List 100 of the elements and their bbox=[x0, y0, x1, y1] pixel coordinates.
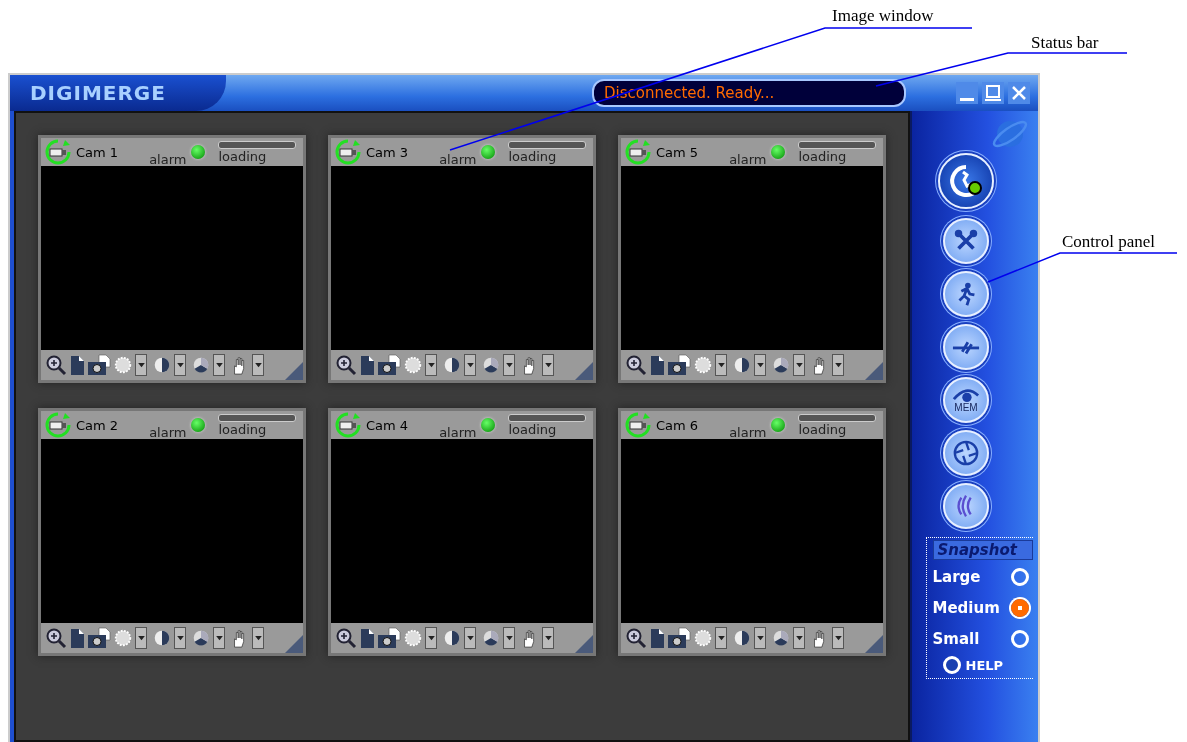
camera-name: Cam 2 bbox=[76, 417, 119, 433]
dropdown-button[interactable] bbox=[174, 354, 186, 376]
caret-icon bbox=[176, 362, 184, 368]
caret-icon bbox=[795, 362, 803, 368]
resize-grip-icon[interactable] bbox=[863, 633, 883, 653]
dropdown-button[interactable] bbox=[135, 627, 147, 649]
alarm-label: alarm bbox=[149, 153, 187, 166]
dropdown-button[interactable] bbox=[213, 627, 225, 649]
zoom-icon[interactable] bbox=[625, 354, 647, 376]
document-icon[interactable] bbox=[359, 627, 375, 649]
document-icon[interactable] bbox=[69, 627, 85, 649]
caret-icon bbox=[427, 635, 435, 641]
caret-icon bbox=[137, 635, 145, 641]
document-icon[interactable] bbox=[69, 354, 85, 376]
shutter-button[interactable] bbox=[943, 430, 989, 476]
dropdown-button[interactable] bbox=[135, 354, 147, 376]
size-radio[interactable] bbox=[1010, 599, 1029, 617]
loading-label: loading bbox=[798, 150, 848, 163]
audio-button[interactable] bbox=[943, 483, 989, 529]
snapshot-heading: Snapshot bbox=[932, 540, 1033, 560]
alarm-label: alarm bbox=[729, 426, 767, 439]
shutter-icon bbox=[952, 439, 980, 467]
caret-icon bbox=[795, 635, 803, 641]
camera-name: Cam 5 bbox=[656, 144, 699, 160]
minimize-button[interactable] bbox=[956, 82, 978, 104]
close-button[interactable] bbox=[1008, 82, 1030, 104]
maximize-button[interactable] bbox=[982, 82, 1004, 104]
dropdown-button[interactable] bbox=[213, 354, 225, 376]
caret-icon bbox=[427, 362, 435, 368]
dropdown-button[interactable] bbox=[542, 354, 554, 376]
resize-grip-icon[interactable] bbox=[573, 360, 593, 380]
camera-refresh-icon[interactable] bbox=[45, 412, 71, 438]
snapshot-icon[interactable] bbox=[87, 354, 111, 376]
help-button[interactable]: HELP bbox=[932, 656, 1033, 674]
caret-icon bbox=[505, 635, 513, 641]
camera-name: Cam 4 bbox=[366, 417, 409, 433]
dropdown-button[interactable] bbox=[252, 354, 264, 376]
size-label: Large bbox=[932, 568, 981, 586]
settings-button[interactable] bbox=[943, 218, 989, 264]
dropdown-button[interactable] bbox=[503, 354, 515, 376]
logo: DIGIMERGE bbox=[10, 75, 226, 111]
document-icon[interactable] bbox=[649, 627, 665, 649]
camera-refresh-icon[interactable] bbox=[625, 412, 651, 438]
alarm-label: alarm bbox=[149, 426, 187, 439]
caret-icon bbox=[505, 362, 513, 368]
zoom-icon[interactable] bbox=[45, 354, 67, 376]
alarm-indicator bbox=[771, 418, 786, 432]
dropdown-button[interactable] bbox=[832, 354, 844, 376]
snapshot-icon[interactable] bbox=[377, 354, 401, 376]
camera-name: Cam 1 bbox=[76, 144, 119, 160]
dropdown-button[interactable] bbox=[754, 354, 766, 376]
maximize-icon bbox=[983, 83, 1003, 103]
camera-refresh-icon[interactable] bbox=[335, 139, 361, 165]
motion-button[interactable] bbox=[943, 271, 989, 317]
snapshot-icon[interactable] bbox=[87, 627, 111, 649]
camera-refresh-icon[interactable] bbox=[45, 139, 71, 165]
dropdown-button[interactable] bbox=[252, 627, 264, 649]
caret-icon bbox=[717, 635, 725, 641]
dropdown-button[interactable] bbox=[174, 627, 186, 649]
resize-grip-icon[interactable] bbox=[283, 360, 303, 380]
dropdown-button[interactable] bbox=[715, 627, 727, 649]
callout-label: Control panel bbox=[1062, 232, 1155, 252]
caret-icon bbox=[834, 635, 842, 641]
resize-grip-icon[interactable] bbox=[863, 360, 883, 380]
snapshot-icon[interactable] bbox=[667, 627, 691, 649]
dropdown-button[interactable] bbox=[793, 627, 805, 649]
caret-icon bbox=[254, 362, 262, 368]
caret-icon bbox=[717, 362, 725, 368]
dropdown-button[interactable] bbox=[464, 354, 476, 376]
caret-icon bbox=[544, 362, 552, 368]
dropdown-button[interactable] bbox=[464, 627, 476, 649]
loading-label: loading bbox=[508, 150, 558, 163]
dropdown-button[interactable] bbox=[754, 627, 766, 649]
alarm-indicator bbox=[191, 418, 206, 432]
zoom-icon[interactable] bbox=[45, 627, 67, 649]
dropdown-button[interactable] bbox=[425, 627, 437, 649]
snapshot-icon[interactable] bbox=[667, 354, 691, 376]
dropdown-button[interactable] bbox=[832, 627, 844, 649]
dropdown-button[interactable] bbox=[503, 627, 515, 649]
camera-refresh-icon[interactable] bbox=[335, 412, 361, 438]
camera-refresh-icon[interactable] bbox=[625, 139, 651, 165]
dropdown-button[interactable] bbox=[425, 354, 437, 376]
zoom-icon[interactable] bbox=[335, 627, 357, 649]
caret-icon bbox=[215, 362, 223, 368]
document-icon[interactable] bbox=[649, 354, 665, 376]
alarm-indicator bbox=[481, 418, 496, 432]
dropdown-button[interactable] bbox=[715, 354, 727, 376]
zoom-icon[interactable] bbox=[335, 354, 357, 376]
snapshot-icon[interactable] bbox=[377, 627, 401, 649]
connect-button[interactable] bbox=[938, 153, 994, 209]
caret-icon bbox=[215, 635, 223, 641]
zoom-icon[interactable] bbox=[625, 627, 647, 649]
disconnect-button[interactable] bbox=[943, 324, 989, 370]
dropdown-button[interactable] bbox=[793, 354, 805, 376]
dropdown-button[interactable] bbox=[542, 627, 554, 649]
memory-button[interactable]: MEM bbox=[943, 377, 989, 423]
size-label: Small bbox=[932, 630, 980, 648]
document-icon[interactable] bbox=[359, 354, 375, 376]
resize-grip-icon[interactable] bbox=[283, 633, 303, 653]
resize-grip-icon[interactable] bbox=[573, 633, 593, 653]
